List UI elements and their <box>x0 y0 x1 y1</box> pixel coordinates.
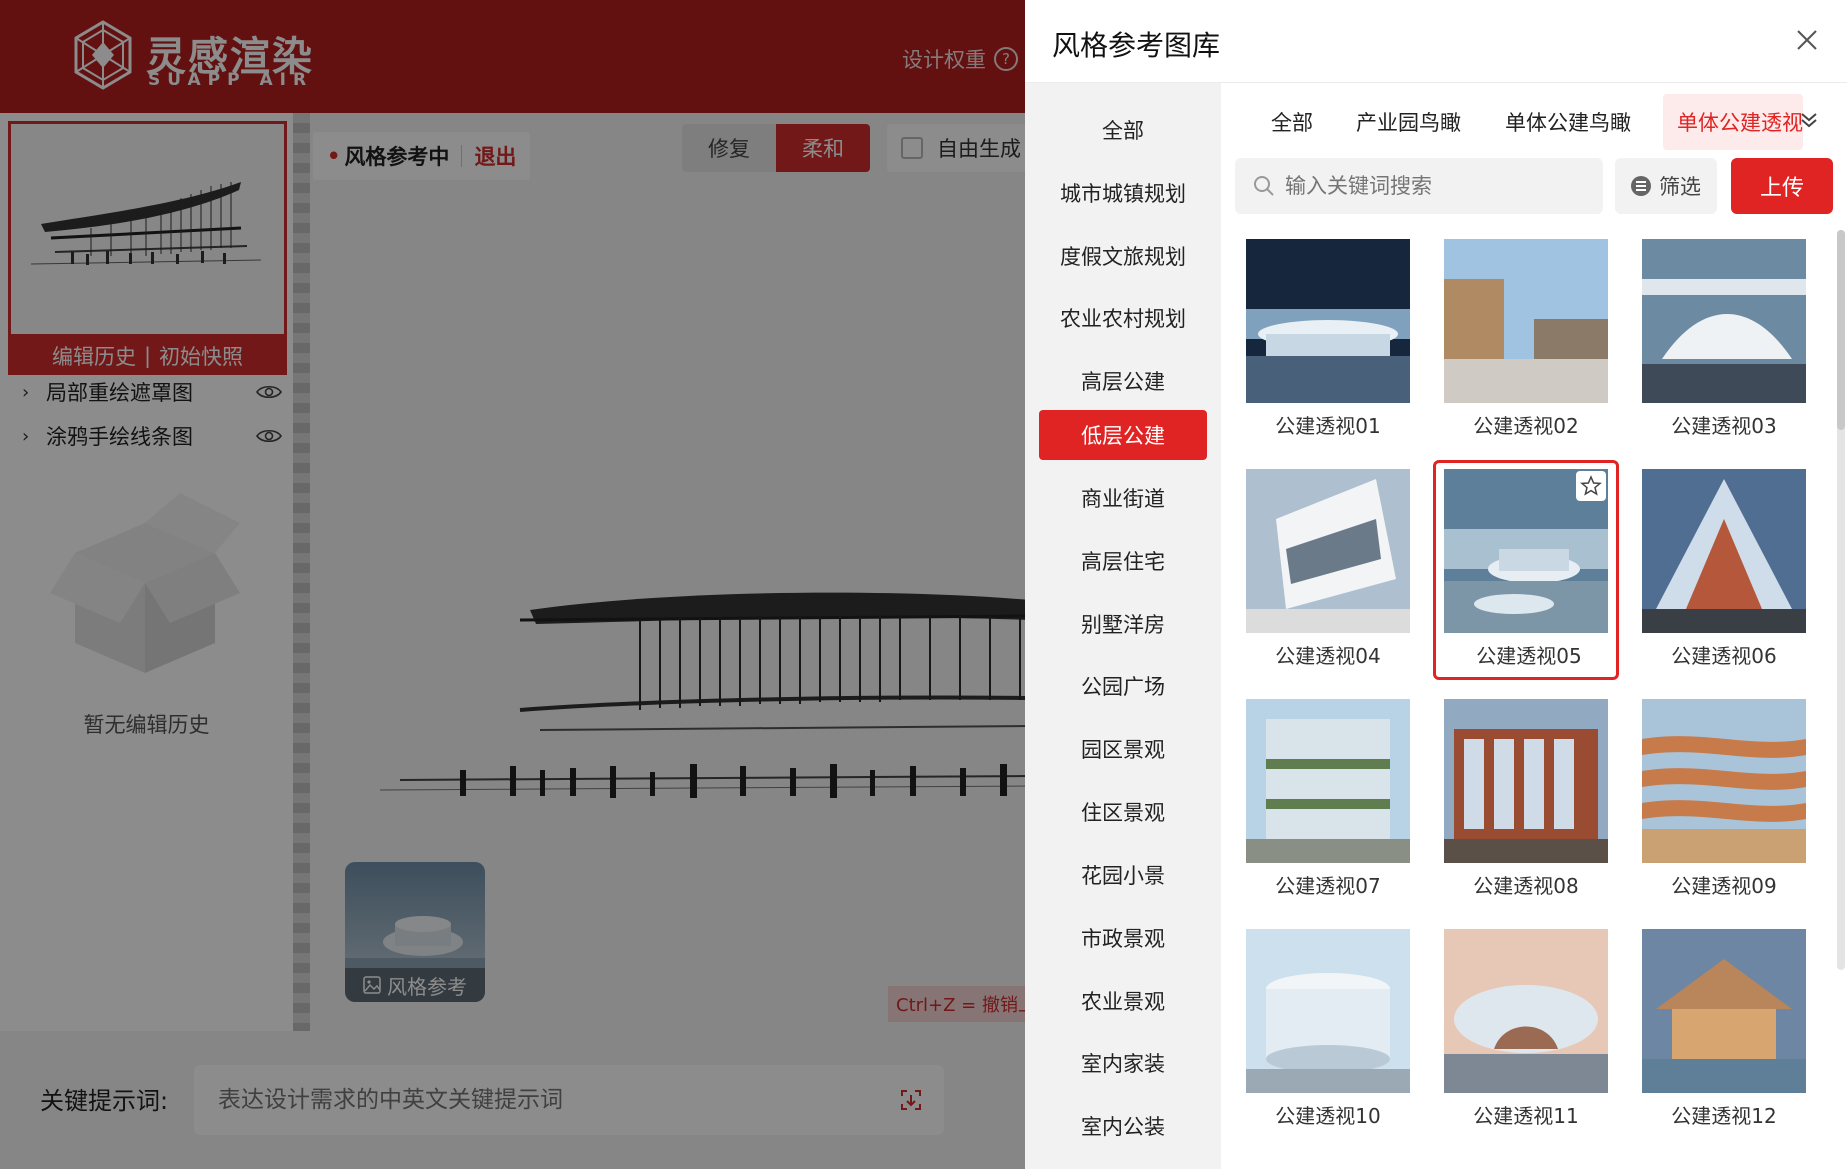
card-image <box>1246 469 1410 633</box>
category-item[interactable]: 度假文旅规划 <box>1039 231 1207 281</box>
card-image <box>1246 929 1410 1093</box>
search-icon <box>1254 176 1274 196</box>
category-list: 全部 城市城镇规划 度假文旅规划 农业农村规划 高层公建 低层公建 商业街道 高… <box>1025 83 1221 1169</box>
card-caption: 公建透视04 <box>1275 644 1381 668</box>
card-image <box>1642 929 1806 1093</box>
filter-icon <box>1631 176 1651 196</box>
image-card[interactable]: 公建透视07 <box>1235 690 1421 910</box>
card-image <box>1642 239 1806 403</box>
image-card[interactable]: 公建透视11 <box>1433 920 1619 1140</box>
card-caption: 公建透视11 <box>1473 1104 1579 1128</box>
image-card[interactable]: 公建透视12 <box>1631 920 1817 1140</box>
image-card[interactable]: 公建透视01 <box>1235 230 1421 450</box>
category-item-active[interactable]: 低层公建 <box>1039 410 1207 460</box>
category-item[interactable]: 高层住宅 <box>1039 536 1207 586</box>
category-item[interactable]: 市政景观 <box>1039 913 1207 963</box>
category-item[interactable]: 住区景观 <box>1039 787 1207 837</box>
image-card[interactable]: 公建透视03 <box>1631 230 1817 450</box>
image-card[interactable]: 公建透视02 <box>1433 230 1619 450</box>
filter-label: 筛选 <box>1659 175 1701 199</box>
card-image <box>1444 929 1608 1093</box>
scrollbar[interactable] <box>1837 230 1845 970</box>
card-image <box>1246 699 1410 863</box>
card-image <box>1642 469 1806 633</box>
image-card[interactable]: 公建透视08 <box>1433 690 1619 910</box>
close-icon[interactable] <box>1793 26 1821 54</box>
modal-overlay[interactable] <box>0 0 1025 1169</box>
image-card[interactable]: 公建透视10 <box>1235 920 1421 1140</box>
card-caption: 公建透视12 <box>1671 1104 1777 1128</box>
chevron-down-icon[interactable] <box>1797 108 1821 132</box>
card-caption: 公建透视10 <box>1275 1104 1381 1128</box>
image-card[interactable]: 公建透视06 <box>1631 460 1817 680</box>
image-card[interactable]: 公建透视09 <box>1631 690 1817 910</box>
card-caption: 公建透视07 <box>1275 874 1381 898</box>
drawer-title: 风格参考图库 <box>1052 29 1221 62</box>
card-caption: 公建透视08 <box>1473 874 1579 898</box>
filter-button[interactable]: 筛选 <box>1615 158 1717 214</box>
search-box[interactable] <box>1235 158 1603 214</box>
category-item[interactable]: 农业景观 <box>1039 976 1207 1026</box>
category-item[interactable]: 园区景观 <box>1039 724 1207 774</box>
card-image <box>1642 699 1806 863</box>
card-image <box>1246 239 1410 403</box>
image-grid: 公建透视01 公建透视02 公建透视03 公建透视04 公建透视05 公建透视0… <box>1235 230 1835 1169</box>
card-caption: 公建透视05 <box>1476 644 1582 668</box>
card-caption: 公建透视02 <box>1473 414 1579 438</box>
category-item[interactable]: 农业农村规划 <box>1039 293 1207 343</box>
category-item[interactable]: 花园小景 <box>1039 850 1207 900</box>
style-library-drawer: 风格参考图库 全部 城市城镇规划 度假文旅规划 农业农村规划 高层公建 低层公建… <box>1025 0 1847 1169</box>
category-item[interactable]: 室内公装 <box>1039 1101 1207 1151</box>
card-caption: 公建透视03 <box>1671 414 1777 438</box>
card-caption: 公建透视09 <box>1671 874 1777 898</box>
category-item[interactable]: 全部 <box>1039 105 1207 155</box>
tab-single-building-perspective[interactable]: 单体公建透视 <box>1663 94 1803 150</box>
tab-single-building-aerial[interactable]: 单体公建鸟瞰 <box>1505 94 1631 150</box>
card-image <box>1444 239 1608 403</box>
card-caption: 公建透视01 <box>1275 414 1381 438</box>
category-item[interactable]: 室内家装 <box>1039 1038 1207 1088</box>
scrollbar-thumb[interactable] <box>1837 230 1845 430</box>
category-item[interactable]: 别墅洋房 <box>1039 599 1207 649</box>
category-item[interactable]: 商业街道 <box>1039 473 1207 523</box>
image-card-selected[interactable]: 公建透视05 <box>1433 460 1619 680</box>
category-item[interactable]: 公园广场 <box>1039 661 1207 711</box>
tab-industrial-park-aerial[interactable]: 产业园鸟瞰 <box>1356 94 1461 150</box>
card-image <box>1444 699 1608 863</box>
upload-button[interactable]: 上传 <box>1731 158 1833 214</box>
category-item[interactable]: 城市城镇规划 <box>1039 168 1207 218</box>
image-card[interactable]: 公建透视04 <box>1235 460 1421 680</box>
subcategory-tabs: 全部 产业园鸟瞰 单体公建鸟瞰 单体公建透视 <box>1221 94 1847 150</box>
search-input[interactable] <box>1285 174 1585 198</box>
tab-all[interactable]: 全部 <box>1271 94 1313 150</box>
card-caption: 公建透视06 <box>1671 644 1777 668</box>
category-item[interactable]: 高层公建 <box>1039 356 1207 406</box>
favorite-star-icon[interactable] <box>1576 471 1606 501</box>
